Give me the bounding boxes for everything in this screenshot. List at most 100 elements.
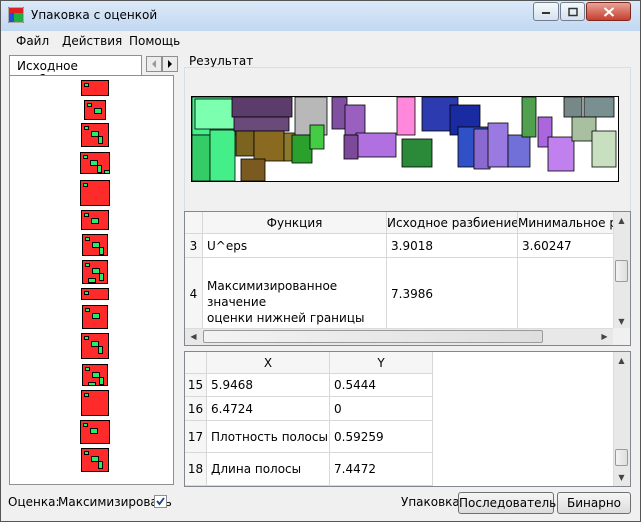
chevron-left-icon bbox=[152, 60, 156, 68]
title-bar: Упаковка с оценкой bbox=[1, 1, 640, 31]
row-number[interactable]: 17 bbox=[185, 421, 207, 453]
partition-thumbnail[interactable] bbox=[81, 210, 109, 230]
table-cell[interactable]: 3.60247 bbox=[518, 234, 618, 258]
table-cell[interactable]: Длина полосы bbox=[207, 453, 330, 486]
menu-actions[interactable]: Действия bbox=[62, 34, 122, 48]
row-number[interactable]: 16 bbox=[185, 397, 207, 421]
packed-rectangle bbox=[521, 96, 537, 138]
partition-thumbnail[interactable] bbox=[80, 152, 110, 174]
close-button[interactable] bbox=[586, 2, 631, 21]
score-label: Оценка: bbox=[8, 495, 60, 509]
partition-panel: Исходное разбиение bbox=[7, 53, 182, 489]
thumbnails-list bbox=[9, 75, 174, 485]
maximize-button[interactable] bbox=[560, 2, 585, 21]
minimize-icon bbox=[542, 11, 550, 14]
column-header-x[interactable]: X bbox=[207, 352, 330, 374]
main-window: Упаковка с оценкой Файл Действия Помощь … bbox=[0, 0, 641, 522]
partition-thumbnail[interactable] bbox=[82, 260, 108, 284]
packed-rectangle bbox=[194, 98, 236, 130]
packed-rectangle bbox=[343, 134, 359, 160]
result-group-label: Результат bbox=[189, 54, 254, 68]
functions-vertical-scrollbar[interactable]: ▲ ▼ bbox=[613, 212, 630, 330]
row-number[interactable]: 18 bbox=[185, 453, 207, 486]
partition-thumbnail[interactable] bbox=[81, 288, 109, 300]
column-header-y[interactable]: Y bbox=[330, 352, 433, 374]
partition-thumbnail[interactable] bbox=[81, 123, 109, 147]
packed-rectangle bbox=[191, 134, 211, 182]
packed-rectangle bbox=[291, 134, 313, 164]
packed-rectangle bbox=[344, 104, 366, 136]
app-icon bbox=[8, 7, 24, 23]
partition-thumbnail[interactable] bbox=[81, 333, 109, 359]
scroll-thumb[interactable] bbox=[203, 330, 543, 343]
binary-button[interactable]: Бинарно bbox=[557, 492, 631, 514]
scroll-corner bbox=[613, 328, 630, 345]
packing-canvas bbox=[191, 96, 617, 182]
partition-thumbnail[interactable] bbox=[81, 390, 109, 416]
table-cell[interactable]: 0 bbox=[330, 397, 433, 421]
table-cell[interactable]: 0.5444 bbox=[330, 374, 433, 397]
row-number[interactable]: 3 bbox=[185, 234, 203, 258]
table-cell[interactable]: Максимизированное значение оценки нижней… bbox=[203, 258, 387, 330]
functions-table[interactable]: Функция Исходное разбиение Минимальное р… bbox=[184, 211, 631, 346]
scroll-up-icon[interactable]: ▲ bbox=[614, 353, 629, 368]
result-panel: Результат Функция Исходное разбиение Мин… bbox=[184, 53, 634, 490]
packing-visualization bbox=[191, 96, 619, 182]
partition-thumbnail[interactable] bbox=[82, 234, 108, 256]
partition-thumbnail[interactable] bbox=[82, 364, 108, 386]
cell-text-line: оценки нижней границы bbox=[207, 311, 365, 325]
points-vertical-scrollbar[interactable]: ▲ ▼ bbox=[613, 352, 630, 486]
packed-rectangle bbox=[401, 138, 433, 168]
table-cell[interactable]: Плотность полосы bbox=[207, 421, 330, 453]
table-cell[interactable]: 7.4472 bbox=[330, 453, 433, 486]
minimize-button[interactable] bbox=[533, 2, 559, 21]
menu-help[interactable]: Помощь bbox=[129, 34, 180, 48]
partition-thumbnail[interactable] bbox=[84, 100, 106, 120]
packed-rectangle bbox=[487, 122, 509, 168]
packed-rectangle bbox=[253, 130, 285, 162]
packed-rectangle bbox=[209, 129, 236, 182]
packed-rectangle bbox=[240, 158, 266, 182]
corner-header bbox=[185, 212, 203, 234]
partition-thumbnail[interactable] bbox=[80, 420, 110, 444]
corner-header bbox=[185, 352, 207, 374]
table-cell[interactable]: U^eps bbox=[203, 234, 387, 258]
points-table[interactable]: X Y 15 5.9468 0.5444 16 6.4724 0 17 Плот… bbox=[184, 351, 631, 487]
table-cell[interactable]: 3.9018 bbox=[387, 234, 518, 258]
sequential-button[interactable]: Последовательно bbox=[458, 492, 571, 514]
tab-scroll-right-button[interactable] bbox=[162, 56, 178, 72]
menu-file[interactable]: Файл bbox=[16, 34, 49, 48]
partition-thumbnail[interactable] bbox=[82, 305, 108, 329]
table-cell[interactable]: 6.4724 bbox=[207, 397, 330, 421]
table-cell[interactable]: 5.9468 bbox=[207, 374, 330, 397]
menu-bar: Файл Действия Помощь bbox=[2, 31, 639, 51]
partition-thumbnail[interactable] bbox=[80, 180, 110, 206]
packed-rectangle bbox=[235, 130, 255, 157]
scroll-up-icon[interactable]: ▲ bbox=[614, 213, 629, 228]
table-cell[interactable]: 7.3986 bbox=[387, 258, 518, 330]
scroll-thumb[interactable] bbox=[615, 449, 628, 466]
row-number[interactable]: 15 bbox=[185, 374, 207, 397]
partition-thumbnail[interactable] bbox=[81, 448, 109, 472]
column-header-minimal[interactable]: Минимальное р bbox=[518, 212, 618, 234]
table-cell[interactable] bbox=[518, 258, 618, 330]
maximize-checkbox[interactable] bbox=[154, 495, 167, 508]
scroll-thumb[interactable] bbox=[615, 260, 628, 282]
scroll-right-icon[interactable]: ▶ bbox=[597, 329, 612, 344]
cell-text-line: Максимизированное значение bbox=[207, 279, 338, 309]
row-number[interactable]: 4 bbox=[185, 258, 203, 330]
partition-thumbnail[interactable] bbox=[81, 80, 109, 96]
scroll-left-icon[interactable]: ◀ bbox=[186, 329, 201, 344]
chevron-right-icon bbox=[168, 60, 172, 68]
tab-initial-partition[interactable]: Исходное разбиение bbox=[9, 55, 142, 87]
packing-label: Упаковка: bbox=[401, 495, 464, 509]
functions-horizontal-scrollbar[interactable]: ◀ ▶ bbox=[185, 328, 613, 345]
column-header-function[interactable]: Функция bbox=[203, 212, 387, 234]
packed-rectangle bbox=[231, 96, 293, 118]
close-icon bbox=[603, 6, 614, 17]
column-header-initial[interactable]: Исходное разбиение bbox=[387, 212, 518, 234]
scroll-down-icon[interactable]: ▼ bbox=[614, 314, 629, 329]
table-cell[interactable]: 0.59259 bbox=[330, 421, 433, 453]
tab-scroll-left-button[interactable] bbox=[146, 56, 162, 72]
scroll-down-icon[interactable]: ▼ bbox=[614, 470, 629, 485]
